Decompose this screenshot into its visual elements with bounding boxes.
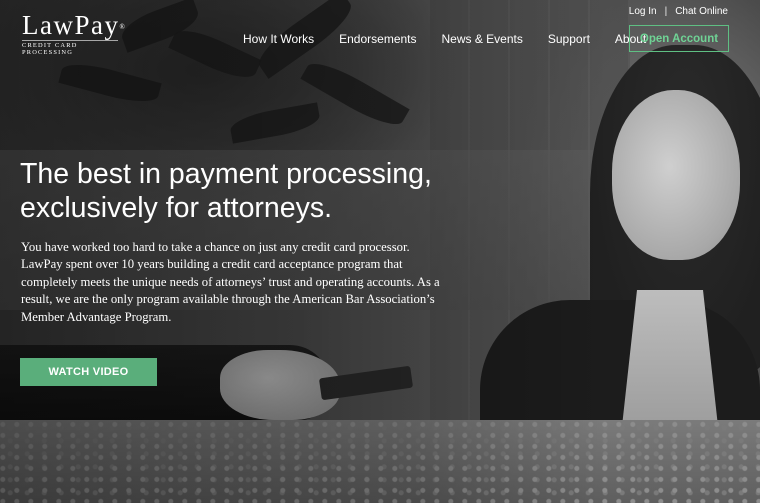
hero-headline: The best in payment processing, exclusiv…: [20, 157, 440, 225]
login-link[interactable]: Log In: [629, 6, 657, 17]
headline-line-1: The best in payment processing,: [20, 158, 432, 190]
lawpay-logo[interactable]: LawPay® CREDIT CARD PROCESSING: [22, 12, 126, 56]
chat-online-link[interactable]: Chat Online: [675, 6, 728, 17]
headline-line-2: exclusively for attorneys.: [20, 192, 333, 224]
nav-support[interactable]: Support: [548, 32, 590, 46]
watch-video-button[interactable]: WATCH VIDEO: [20, 358, 157, 386]
registered-mark: ®: [119, 23, 127, 31]
hero-body-text: You have worked too hard to take a chanc…: [21, 240, 440, 324]
nav-how-it-works[interactable]: How It Works: [243, 32, 314, 46]
main-nav: How It Works Endorsements News & Events …: [243, 32, 671, 46]
utility-separator: |: [664, 6, 668, 17]
logo-tagline: CREDIT CARD PROCESSING: [22, 40, 118, 56]
utility-nav: Log In | Chat Online: [629, 6, 728, 17]
nav-endorsements[interactable]: Endorsements: [339, 32, 416, 46]
logo-wordmark: LawPay®: [22, 10, 127, 40]
open-account-button[interactable]: Open Account: [629, 25, 729, 52]
nav-news-events[interactable]: News & Events: [442, 32, 523, 46]
